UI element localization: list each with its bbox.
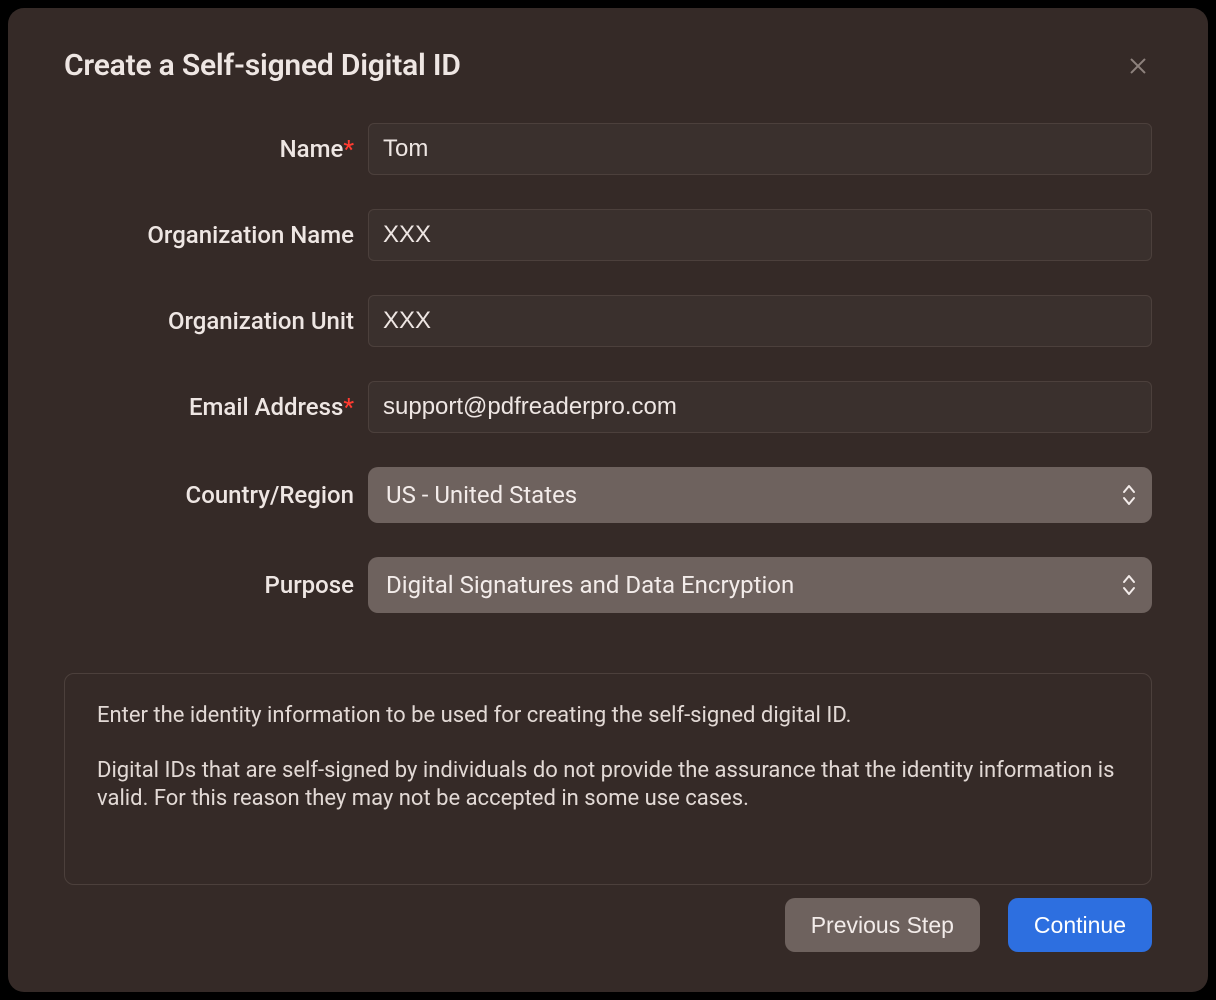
organization-unit-label: Organization Unit	[64, 307, 368, 335]
required-marker: *	[343, 393, 354, 421]
country-region-label: Country/Region	[64, 481, 368, 509]
organization-unit-input[interactable]	[368, 295, 1152, 347]
info-line-2: Digital IDs that are self-signed by indi…	[97, 757, 1119, 814]
name-label: Name*	[64, 135, 368, 163]
close-button[interactable]	[1124, 52, 1152, 80]
info-line-1: Enter the identity information to be use…	[97, 702, 1119, 731]
organization-name-input[interactable]	[368, 209, 1152, 261]
name-row: Name*	[64, 123, 1152, 175]
close-icon	[1127, 55, 1149, 77]
email-address-label: Email Address*	[64, 393, 368, 421]
continue-button[interactable]: Continue	[1008, 898, 1152, 952]
previous-step-button[interactable]: Previous Step	[785, 898, 980, 952]
country-region-select[interactable]: US - United States	[368, 467, 1152, 523]
email-address-row: Email Address*	[64, 381, 1152, 433]
required-marker: *	[343, 135, 354, 163]
button-bar: Previous Step Continue	[64, 898, 1152, 952]
organization-unit-row: Organization Unit	[64, 295, 1152, 347]
purpose-selected-value: Digital Signatures and Data Encryption	[386, 571, 794, 599]
purpose-row: Purpose Digital Signatures and Data Encr…	[64, 557, 1152, 613]
organization-name-label: Organization Name	[64, 221, 368, 249]
purpose-select[interactable]: Digital Signatures and Data Encryption	[368, 557, 1152, 613]
email-address-input[interactable]	[368, 381, 1152, 433]
purpose-label: Purpose	[64, 571, 368, 599]
information-box: Enter the identity information to be use…	[64, 673, 1152, 885]
dialog-title: Create a Self-signed Digital ID	[64, 48, 461, 83]
organization-name-row: Organization Name	[64, 209, 1152, 261]
create-digital-id-dialog: Create a Self-signed Digital ID Name* Or…	[8, 8, 1208, 992]
name-input[interactable]	[368, 123, 1152, 175]
dialog-header: Create a Self-signed Digital ID	[64, 48, 1152, 83]
country-region-row: Country/Region US - United States	[64, 467, 1152, 523]
country-region-selected-value: US - United States	[386, 481, 577, 509]
identity-form: Name* Organization Name Organization Uni…	[64, 123, 1152, 613]
